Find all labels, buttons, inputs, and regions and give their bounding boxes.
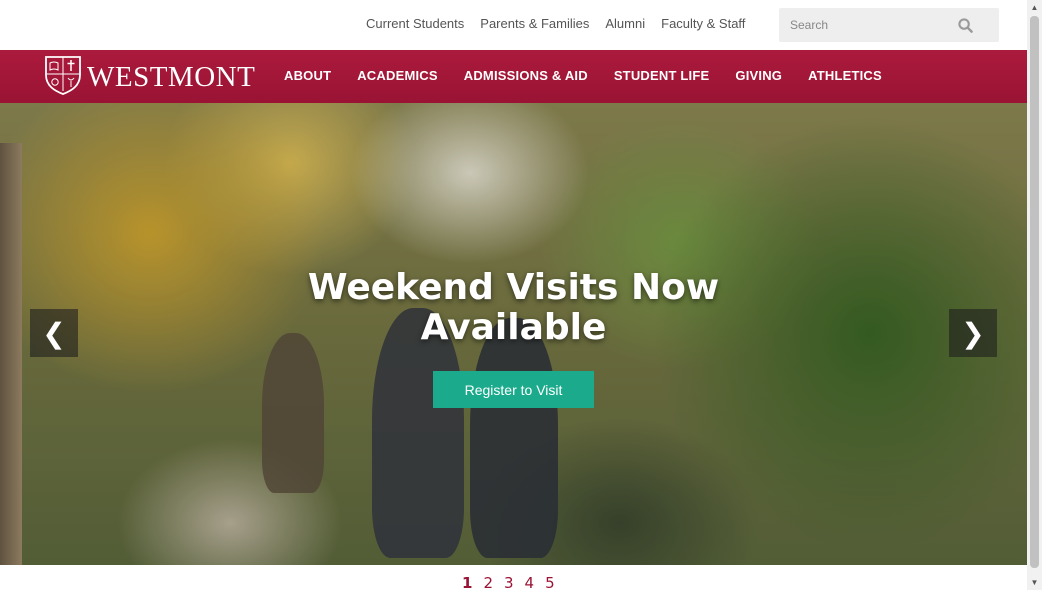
scrollbar-thumb[interactable] — [1030, 16, 1039, 568]
search-box — [779, 8, 999, 42]
pager-item-2[interactable]: 2 — [483, 574, 493, 590]
scroll-down-icon[interactable]: ▼ — [1027, 575, 1042, 590]
search-icon[interactable] — [955, 15, 975, 35]
pager-item-3[interactable]: 3 — [504, 574, 514, 590]
scroll-up-icon[interactable]: ▲ — [1027, 0, 1042, 15]
carousel-pager: 1 2 3 4 5 — [462, 574, 555, 590]
utility-links: Current Students Parents & Families Alum… — [366, 16, 745, 31]
pager-item-4[interactable]: 4 — [525, 574, 535, 590]
utility-link-faculty-staff[interactable]: Faculty & Staff — [661, 16, 745, 31]
logo-link[interactable]: WESTMONT — [44, 55, 255, 100]
chevron-right-icon: ❯ — [961, 316, 985, 350]
chevron-left-icon: ❮ — [42, 316, 66, 350]
utility-link-alumni[interactable]: Alumni — [605, 16, 645, 31]
primary-nav: ABOUT ACADEMICS ADMISSIONS & AID STUDENT… — [284, 68, 882, 83]
utility-bar: Current Students Parents & Families Alum… — [0, 0, 1027, 50]
carousel-prev-button[interactable]: ❮ — [30, 309, 78, 357]
hero-carousel: Weekend Visits Now Available Register to… — [0, 103, 1027, 565]
hero-title: Weekend Visits Now Available — [307, 267, 720, 348]
nav-item-about[interactable]: ABOUT — [284, 68, 331, 83]
carousel-next-button[interactable]: ❯ — [949, 309, 997, 357]
utility-link-current-students[interactable]: Current Students — [366, 16, 464, 31]
pager-item-1[interactable]: 1 — [462, 574, 472, 590]
nav-item-admissions-aid[interactable]: ADMISSIONS & AID — [464, 68, 588, 83]
search-input[interactable] — [779, 8, 949, 42]
register-to-visit-button[interactable]: Register to Visit — [433, 371, 594, 408]
page-scrollbar[interactable]: ▲ ▼ — [1027, 0, 1042, 590]
utility-link-parents-families[interactable]: Parents & Families — [480, 16, 589, 31]
pager-item-5[interactable]: 5 — [545, 574, 555, 590]
nav-item-student-life[interactable]: STUDENT LIFE — [614, 68, 710, 83]
shield-crest-icon — [44, 55, 82, 100]
nav-item-academics[interactable]: ACADEMICS — [357, 68, 438, 83]
main-nav: WESTMONT ABOUT ACADEMICS ADMISSIONS & AI… — [0, 50, 1027, 103]
nav-item-athletics[interactable]: ATHLETICS — [808, 68, 882, 83]
nav-item-giving[interactable]: GIVING — [735, 68, 782, 83]
logo-text: WESTMONT — [87, 61, 256, 93]
